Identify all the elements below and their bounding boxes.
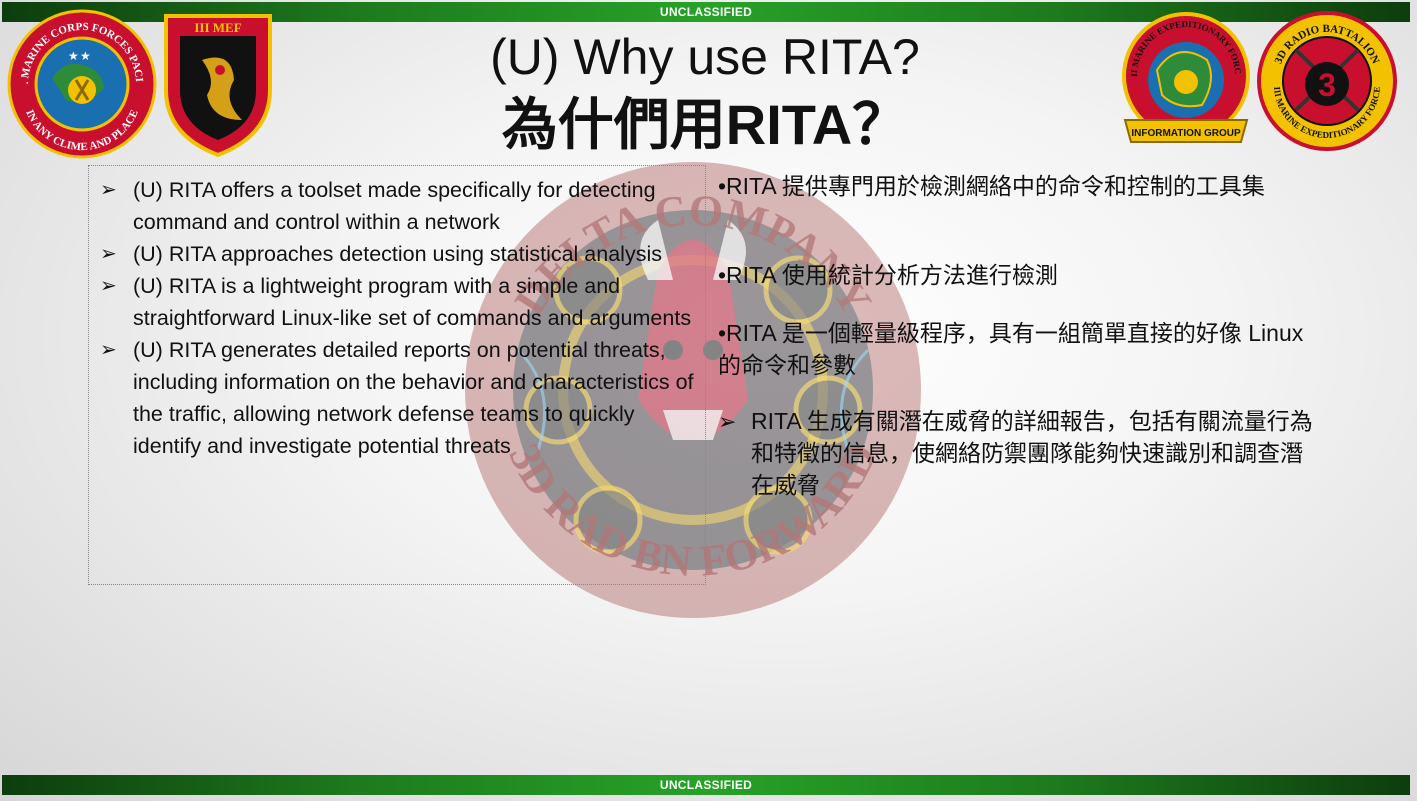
arrow-bullet-icon: ➢ — [718, 409, 737, 434]
right-paragraph: •RITA 使用統計分析方法進行檢測 — [718, 262, 1058, 288]
left-bullet-list: ➢ (U) RITA offers a toolset made specifi… — [100, 174, 700, 462]
3d-radio-battalion-logo: 3 3D RADIO BATTALION III MARINE EXPEDITI… — [1257, 11, 1397, 151]
right-paragraph: •RITA 是一個輕量級程序，具有一組簡單直接的好像 Linux 的命令和參數 — [718, 320, 1304, 378]
left-bullet-text: (U) RITA offers a toolset made specifica… — [133, 178, 656, 234]
slide: UNCLASSIFIED UNCLASSIFIED DELTA COMPANY … — [0, 0, 1417, 801]
slide-title-chinese: 為什們用RITA？ — [501, 93, 909, 156]
right-paragraph-text: RITA 生成有關潛在威脅的詳細報告，包括有關流量行為和特徵的信息，使網絡防禦團… — [751, 408, 1313, 498]
classification-banner-bottom: UNCLASSIFIED — [2, 775, 1410, 795]
arrow-bullet-icon: ➢ — [100, 243, 117, 265]
slide-title-english: (U) Why use RITA? — [490, 29, 920, 85]
left-bullet-item: ➢ (U) RITA is a lightweight program with… — [100, 270, 700, 334]
right-paragraph: •RITA 提供專門用於檢測網絡中的命令和控制的工具集 — [718, 173, 1265, 199]
mig-band-text: INFORMATION GROUP — [1131, 128, 1241, 139]
radbn-number: 3 — [1318, 67, 1336, 103]
arrow-bullet-icon: ➢ — [100, 339, 117, 361]
left-bullet-item: ➢ (U) RITA generates detailed reports on… — [100, 334, 700, 462]
left-bullet-text: (U) RITA approaches detection using stat… — [133, 242, 662, 266]
right-paragraph-arrow: ➢ RITA 生成有關潛在威脅的詳細報告，包括有關流量行為和特徵的信息，使網絡防… — [718, 405, 1318, 501]
left-bullet-item: ➢ (U) RITA approaches detection using st… — [100, 238, 700, 270]
iii-mef-text: III MEF — [194, 20, 241, 35]
mig-logo: INFORMATION GROUP III MARINE EXPEDITIONA… — [1117, 10, 1250, 143]
arrow-bullet-icon: ➢ — [100, 179, 117, 201]
left-bullet-text: (U) RITA is a lightweight program with a… — [133, 274, 692, 330]
arrow-bullet-icon: ➢ — [100, 275, 117, 297]
left-bullet-item: ➢ (U) RITA offers a toolset made specifi… — [100, 174, 700, 238]
svg-text:★: ★ — [80, 49, 91, 63]
iii-mef-logo: III MEF — [164, 14, 272, 158]
marforpac-logo: ★ ★ U.S. MARINE CORPS FORCES PACIFIC IN … — [6, 8, 157, 159]
svg-text:★: ★ — [68, 49, 79, 63]
left-bullet-text: (U) RITA generates detailed reports on p… — [133, 338, 694, 458]
